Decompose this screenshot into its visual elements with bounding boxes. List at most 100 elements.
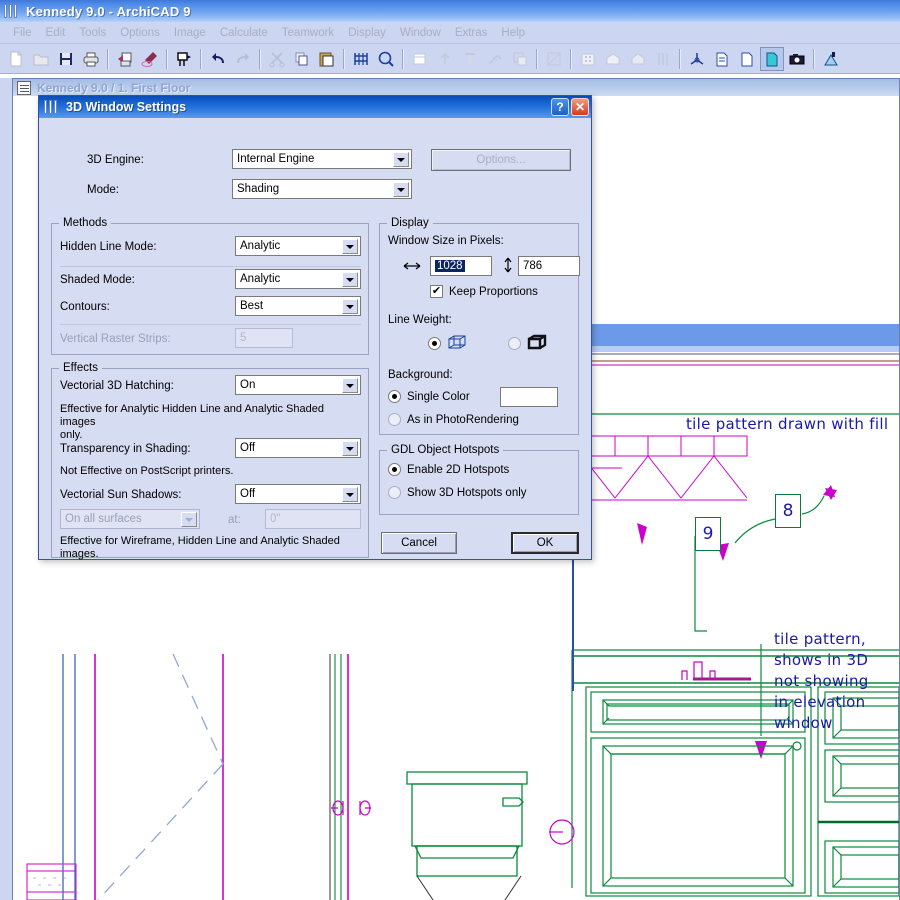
dialog-titlebar[interactable]: 3D Window Settings ? ✕ [39, 96, 591, 118]
menu-file[interactable]: File [6, 25, 39, 41]
hidden-line-mode-value: Analytic [240, 240, 281, 252]
paste-clipboard-icon[interactable] [315, 47, 339, 71]
hotspots-radio-2[interactable] [388, 486, 401, 499]
options-button[interactable]: Options... [431, 149, 571, 171]
save-disk-icon[interactable] [54, 47, 78, 71]
drawing-tag-8[interactable]: 8 [775, 494, 801, 528]
detail-icon[interactable] [651, 47, 675, 71]
menu-options[interactable]: Options [113, 25, 167, 41]
background-radio-1[interactable] [388, 390, 401, 403]
menu-tools[interactable]: Tools [72, 25, 113, 41]
line-weight-option-2[interactable] [508, 334, 548, 352]
engine-combobox[interactable]: Internal Engine [232, 149, 412, 169]
close-button[interactable]: ✕ [571, 98, 589, 116]
menu-teamwork[interactable]: Teamwork [275, 25, 341, 41]
print-preview-icon[interactable] [113, 47, 137, 71]
transparency-value: Off [240, 442, 256, 454]
hotspots-option-1-label: Enable 2D Hotspots [407, 463, 510, 476]
dialog-body: 3D Engine: Internal Engine Options... Mo… [39, 118, 591, 561]
walk-icon[interactable] [483, 47, 507, 71]
ok-button[interactable]: OK [511, 532, 579, 554]
surfaces-combobox[interactable]: On all surfaces [60, 509, 200, 529]
document-icon [17, 80, 31, 95]
hotspots-option-2-label: Show 3D Hotspots only [407, 486, 527, 499]
axis-3d-icon[interactable] [685, 47, 709, 71]
arrow-up-icon[interactable] [433, 47, 457, 71]
menu-edit[interactable]: Edit [39, 25, 73, 41]
menu-extras[interactable]: Extras [448, 25, 495, 41]
render-icon[interactable] [819, 47, 843, 71]
background-option-single-color[interactable]: Single Color [388, 390, 470, 403]
sun-shadows-combobox[interactable]: Off [235, 484, 361, 504]
section-front-icon[interactable] [601, 47, 625, 71]
print-icon[interactable] [79, 47, 103, 71]
line-weight-option-1[interactable] [428, 334, 468, 352]
contours-combobox[interactable]: Best [235, 296, 361, 316]
app-titlebar: Kennedy 9.0 - ArchiCAD 9 [0, 0, 900, 22]
new-document-icon[interactable] [4, 47, 28, 71]
menu-bar[interactable]: File Edit Tools Options Image Calculate … [0, 22, 900, 44]
hotspots-option-3d[interactable]: Show 3D Hotspots only [388, 486, 527, 499]
main-toolbar[interactable] [0, 44, 900, 74]
undo-arrow-icon[interactable] [206, 47, 230, 71]
copy-icon[interactable] [290, 47, 314, 71]
chevron-down-icon[interactable] [181, 512, 197, 527]
sun-angle-input[interactable]: 0" [265, 509, 361, 529]
chevron-down-icon[interactable] [393, 152, 409, 167]
window-width-input[interactable]: 1028 [430, 256, 492, 276]
edit-sheet-icon[interactable] [542, 47, 566, 71]
window-height-input[interactable]: 786 [518, 256, 580, 276]
redo-arrow-icon[interactable] [231, 47, 255, 71]
hotspots-group: GDL Object Hotspots Enable 2D Hotspots S… [379, 444, 579, 515]
3d-window-settings-dialog: 3D Window Settings ? ✕ 3D Engine: Intern… [38, 95, 592, 560]
camera-icon[interactable] [785, 47, 809, 71]
window-tile-icon[interactable] [408, 47, 432, 71]
menu-help[interactable]: Help [494, 25, 532, 41]
background-option-photorendering[interactable]: As in PhotoRendering [388, 413, 519, 426]
keep-proportions-row[interactable]: ✔ Keep Proportions [430, 285, 538, 298]
cancel-button[interactable]: Cancel [381, 532, 457, 554]
hotspots-option-2d[interactable]: Enable 2D Hotspots [388, 463, 509, 476]
zoom-find-icon[interactable] [374, 47, 398, 71]
pointer-tool-icon[interactable] [172, 47, 196, 71]
chevron-down-icon[interactable] [342, 272, 358, 287]
mode-combobox[interactable]: Shading [232, 179, 412, 199]
transparency-combobox[interactable]: Off [235, 438, 361, 458]
chevron-down-icon[interactable] [393, 182, 409, 197]
page-copy-icon[interactable] [735, 47, 759, 71]
transparency-label: Transparency in Shading: [60, 443, 191, 455]
help-button[interactable]: ? [551, 98, 569, 116]
dimension-icon[interactable] [349, 47, 373, 71]
cad-window-titlebar[interactable]: Kennedy 9.0 / 1. First Floor [12, 78, 900, 96]
keep-proportions-checkbox[interactable]: ✔ [430, 285, 443, 298]
menu-calculate[interactable]: Calculate [213, 25, 275, 41]
hidden-line-mode-combobox[interactable]: Analytic [235, 236, 361, 256]
vertical-raster-strips-input[interactable]: 5 [235, 328, 293, 348]
page-3d-icon[interactable] [760, 46, 784, 71]
drawing-tag-9[interactable]: 9 [695, 517, 721, 551]
chevron-down-icon[interactable] [342, 487, 358, 502]
menu-window[interactable]: Window [393, 25, 448, 41]
chevron-down-icon[interactable] [342, 299, 358, 314]
elevation-icon[interactable] [576, 47, 600, 71]
line-weight-radio-1[interactable] [428, 336, 441, 350]
chevron-down-icon[interactable] [342, 378, 358, 393]
cut-scissors-icon[interactable] [265, 47, 289, 71]
section-back-icon[interactable] [626, 47, 650, 71]
open-folder-icon[interactable] [29, 47, 53, 71]
chevron-down-icon[interactable] [342, 441, 358, 456]
chevron-down-icon[interactable] [342, 239, 358, 254]
line-weight-radio-2[interactable] [508, 336, 521, 350]
copy-layers-icon[interactable] [508, 47, 532, 71]
menu-image[interactable]: Image [167, 25, 213, 41]
page-setup-icon[interactable] [710, 47, 734, 71]
column-icon[interactable] [458, 47, 482, 71]
hotspots-radio-1[interactable] [388, 463, 401, 476]
background-color-swatch[interactable] [500, 387, 558, 407]
markup-pen-icon[interactable] [138, 47, 162, 71]
hatching-combobox[interactable]: On [235, 375, 361, 395]
engine-value: Internal Engine [237, 153, 315, 165]
menu-display[interactable]: Display [341, 25, 393, 41]
shaded-mode-combobox[interactable]: Analytic [235, 269, 361, 289]
background-radio-2[interactable] [388, 413, 401, 426]
